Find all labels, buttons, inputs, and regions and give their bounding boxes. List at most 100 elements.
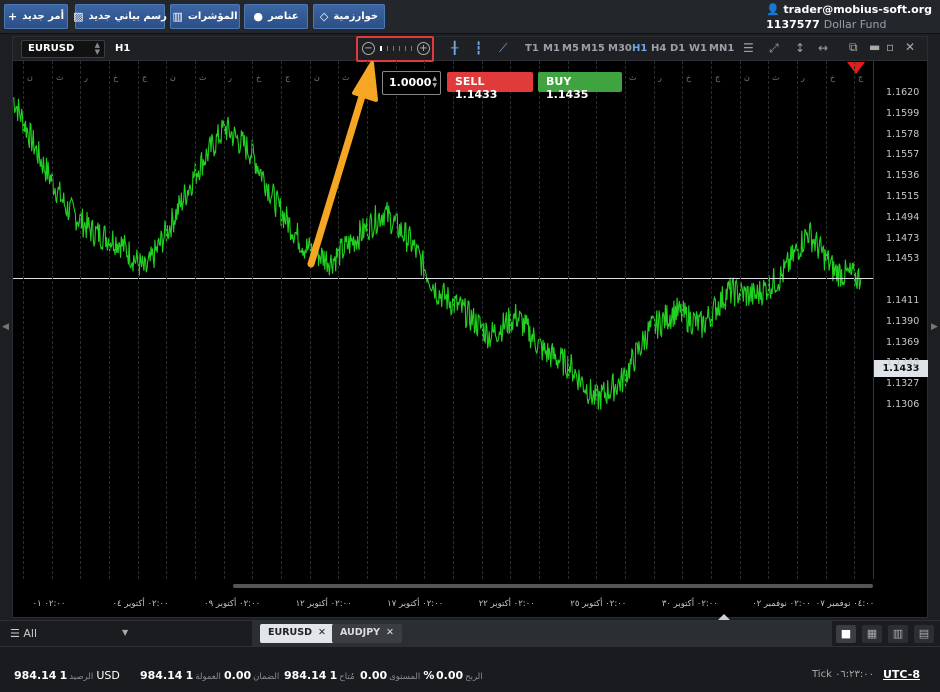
timezone-selector[interactable]: UTC-8 [883, 668, 920, 681]
grid-line [797, 61, 798, 579]
expand-panel-icon[interactable] [718, 614, 730, 620]
main-toolbar: + أمر جديد ▨ رسم بياني جديد ▥ المؤشرات ● عنا… [0, 0, 940, 34]
grid-line [568, 61, 569, 579]
new-chart-button[interactable]: ▨ رسم بياني جديد [73, 4, 167, 29]
tabs-area: EURUSD ✕ AUDJPY ✕ [252, 614, 832, 646]
grid-line [52, 61, 53, 579]
lot-size-input[interactable]: 1.0000 ▲ ▼ [382, 71, 441, 95]
time-axis[interactable]: ٠٢:٠٠ ٠١ ٠٢:٠٠ أكتوبر ٠٤ ٠٢:٠٠ أكتوبر ٠٩ ٠٢… [13, 593, 875, 617]
price-tick-label: 1.1620 [886, 87, 920, 98]
account-number: 1137577 [766, 18, 820, 31]
minimize-icon[interactable]: ▬ [869, 40, 880, 54]
sell-button[interactable]: SELL 1.1433 [447, 72, 533, 101]
grid-line [195, 61, 196, 579]
time-tick-label: ٠٢:٠٠ أكتوبر ٢٥ [570, 599, 627, 609]
price-tick-label: 1.1306 [886, 399, 920, 410]
timeframe-t1[interactable]: T1 [525, 43, 539, 54]
vertical-line-icon[interactable]: ↕ [795, 41, 805, 55]
spinner-icon: ▲ ▼ [94, 41, 100, 56]
grid-line [768, 61, 769, 579]
price-tick-label: 1.1494 [886, 211, 920, 223]
timeframe-d1[interactable]: D1 [670, 43, 685, 54]
maximize-icon[interactable]: ▫ [886, 40, 894, 54]
bar-chart-type-icon[interactable]: ╂ [451, 41, 458, 55]
new-order-button[interactable]: + أمر جديد [4, 4, 68, 29]
weekday-mark: خ [113, 73, 119, 82]
right-panel-arrow-icon[interactable]: ▶ [931, 322, 938, 332]
grid-line [854, 61, 855, 579]
horizontal-line-icon[interactable]: ↔ [818, 41, 828, 55]
chart-toolbar: EURUSD ▲ ▼ H1 − + ╂ ┇ ⟋ ☰ ⤢ ↕ ↔ ⧉ ▬ ▫ ✕ T1… [13, 36, 927, 62]
price-tick-label: 1.1578 [886, 128, 920, 140]
weekday-mark: ث [772, 73, 780, 82]
price-chart-svg [13, 97, 862, 410]
indicator-list-icon[interactable]: ☰ [743, 41, 754, 55]
time-tick-label: ٠٢:٠٠ نوفمبر ٠٢ [752, 599, 811, 609]
timeframe-w1[interactable]: W1 [689, 43, 707, 54]
zoom-slider[interactable] [380, 46, 412, 52]
zoom-control[interactable]: − + [356, 36, 434, 62]
indicators-button[interactable]: ▥ المؤشرات [170, 4, 240, 29]
layout-grid-icon[interactable]: ▦ [862, 625, 882, 643]
tabs-filter-select[interactable]: ☰ All ▼ [10, 627, 128, 640]
close-icon[interactable]: ✕ [905, 40, 915, 54]
current-timeframe: H1 [115, 43, 131, 54]
symbol-selector[interactable]: EURUSD ▲ ▼ [21, 40, 105, 58]
price-tick-label: 1.1473 [886, 232, 920, 244]
trendline-icon[interactable]: ⤢ [769, 41, 779, 56]
margin-status: 0.00 الضمان [224, 669, 280, 682]
zoom-out-icon[interactable]: − [362, 42, 375, 55]
grid-line [453, 61, 454, 579]
weekday-mark: ج [285, 73, 291, 82]
elements-button[interactable]: ● عناصر [244, 4, 308, 29]
timeframe-h1[interactable]: H1 [632, 43, 647, 54]
zoom-in-icon[interactable]: + [417, 42, 430, 55]
candlestick-chart-icon[interactable]: ┇ [475, 41, 482, 55]
weekday-mark: ر [801, 73, 805, 82]
layout-columns-icon[interactable]: ▥ [888, 625, 908, 643]
grid-line [281, 61, 282, 579]
price-axis[interactable]: 1.1433 1.1620 1.1599 1.1578 1.1557 1.1536 1.1… [873, 61, 928, 579]
account-fund: Dollar Fund [823, 18, 887, 31]
grid-line [23, 61, 24, 579]
grid-line [252, 61, 253, 579]
left-panel-arrow-icon[interactable]: ◀ [2, 322, 9, 332]
layout-rows-icon[interactable]: ▤ [914, 625, 934, 643]
buy-button[interactable]: BUY 1.1435 [538, 72, 622, 101]
grid-line [138, 61, 139, 579]
tab-eurusd[interactable]: EURUSD ✕ [260, 624, 334, 643]
level-status: 0.00 المستوى % [360, 669, 435, 682]
weekday-mark: ر [371, 73, 375, 82]
detach-icon[interactable]: ⧉ [849, 40, 858, 55]
timeframe-m1[interactable]: M1 [543, 43, 560, 54]
tick-time: Tick ٠٦:٢٣:٠٠ [812, 669, 875, 680]
timeframe-m5[interactable]: M5 [562, 43, 579, 54]
grid-line [224, 61, 225, 579]
grid-line [740, 61, 741, 579]
timeframe-h4[interactable]: H4 [651, 43, 666, 54]
close-tab-icon[interactable]: ✕ [318, 627, 326, 638]
timeframe-m15[interactable]: M15 [581, 43, 605, 54]
time-tick-label: ٠٢:٠٠ أكتوبر ٢٢ [478, 599, 535, 609]
timeframe-m30[interactable]: M30 [608, 43, 632, 54]
timeframe-mn1[interactable]: MN1 [709, 43, 734, 54]
weekday-mark: ن [314, 73, 320, 82]
time-tick-label: ٠٢:٠٠ أكتوبر ١٧ [387, 599, 444, 609]
weekday-mark: ن [27, 73, 33, 82]
close-tab-icon[interactable]: ✕ [386, 627, 394, 638]
shapes-icon: ● [253, 10, 264, 23]
time-tick-label: ٠٢:٠٠ أكتوبر ٣٠ [661, 599, 718, 609]
grid-line [80, 61, 81, 579]
algorithms-button[interactable]: ◇ خوارزمية [313, 4, 385, 29]
last-price-line [13, 278, 873, 280]
grid-line [682, 61, 683, 579]
account-info[interactable]: 👤 trader@mobius-soft.org 1137577 Dollar F… [766, 2, 932, 32]
tab-audjpy[interactable]: AUDJPY ✕ [332, 624, 403, 643]
grid-line [510, 61, 511, 579]
price-tick-label: 1.1327 [886, 378, 920, 390]
layout-single-icon[interactable]: ■ [836, 625, 856, 643]
price-plot[interactable]: نثرخجنثرخجنثرخجنثرخجنثرخجنثرخج [13, 61, 873, 579]
price-tick-label: 1.1599 [886, 107, 920, 119]
line-chart-icon[interactable]: ⟋ [499, 41, 507, 56]
chart-scrollbar[interactable] [233, 584, 873, 588]
